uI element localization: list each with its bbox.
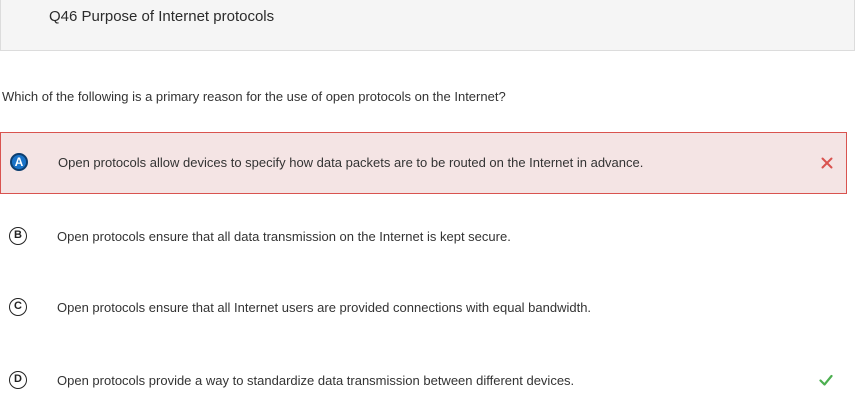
question-prompt: Which of the following is a primary reas… <box>2 89 506 104</box>
checkmark-icon <box>819 374 833 386</box>
choice-d[interactable]: D Open protocols provide a way to standa… <box>0 338 847 400</box>
choice-letter-c: C <box>9 298 27 316</box>
cross-icon <box>821 157 833 169</box>
choice-a[interactable]: A Open protocols allow devices to specif… <box>0 132 847 194</box>
choice-text-d: Open protocols provide a way to standard… <box>57 373 575 388</box>
choice-text-c: Open protocols ensure that all Internet … <box>57 300 592 315</box>
choice-text-b: Open protocols ensure that all data tran… <box>57 229 511 244</box>
question-header: Q46 Purpose of Internet protocols <box>0 0 855 51</box>
choice-letter-a: A <box>10 153 28 171</box>
question-title: Q46 Purpose of Internet protocols <box>49 8 275 25</box>
choice-c[interactable]: C Open protocols ensure that all Interne… <box>0 276 847 338</box>
choice-letter-d: D <box>9 371 27 389</box>
choice-b[interactable]: B Open protocols ensure that all data tr… <box>0 205 847 267</box>
choice-text-a: Open protocols allow devices to specify … <box>58 155 644 170</box>
choice-letter-b: B <box>9 227 27 245</box>
